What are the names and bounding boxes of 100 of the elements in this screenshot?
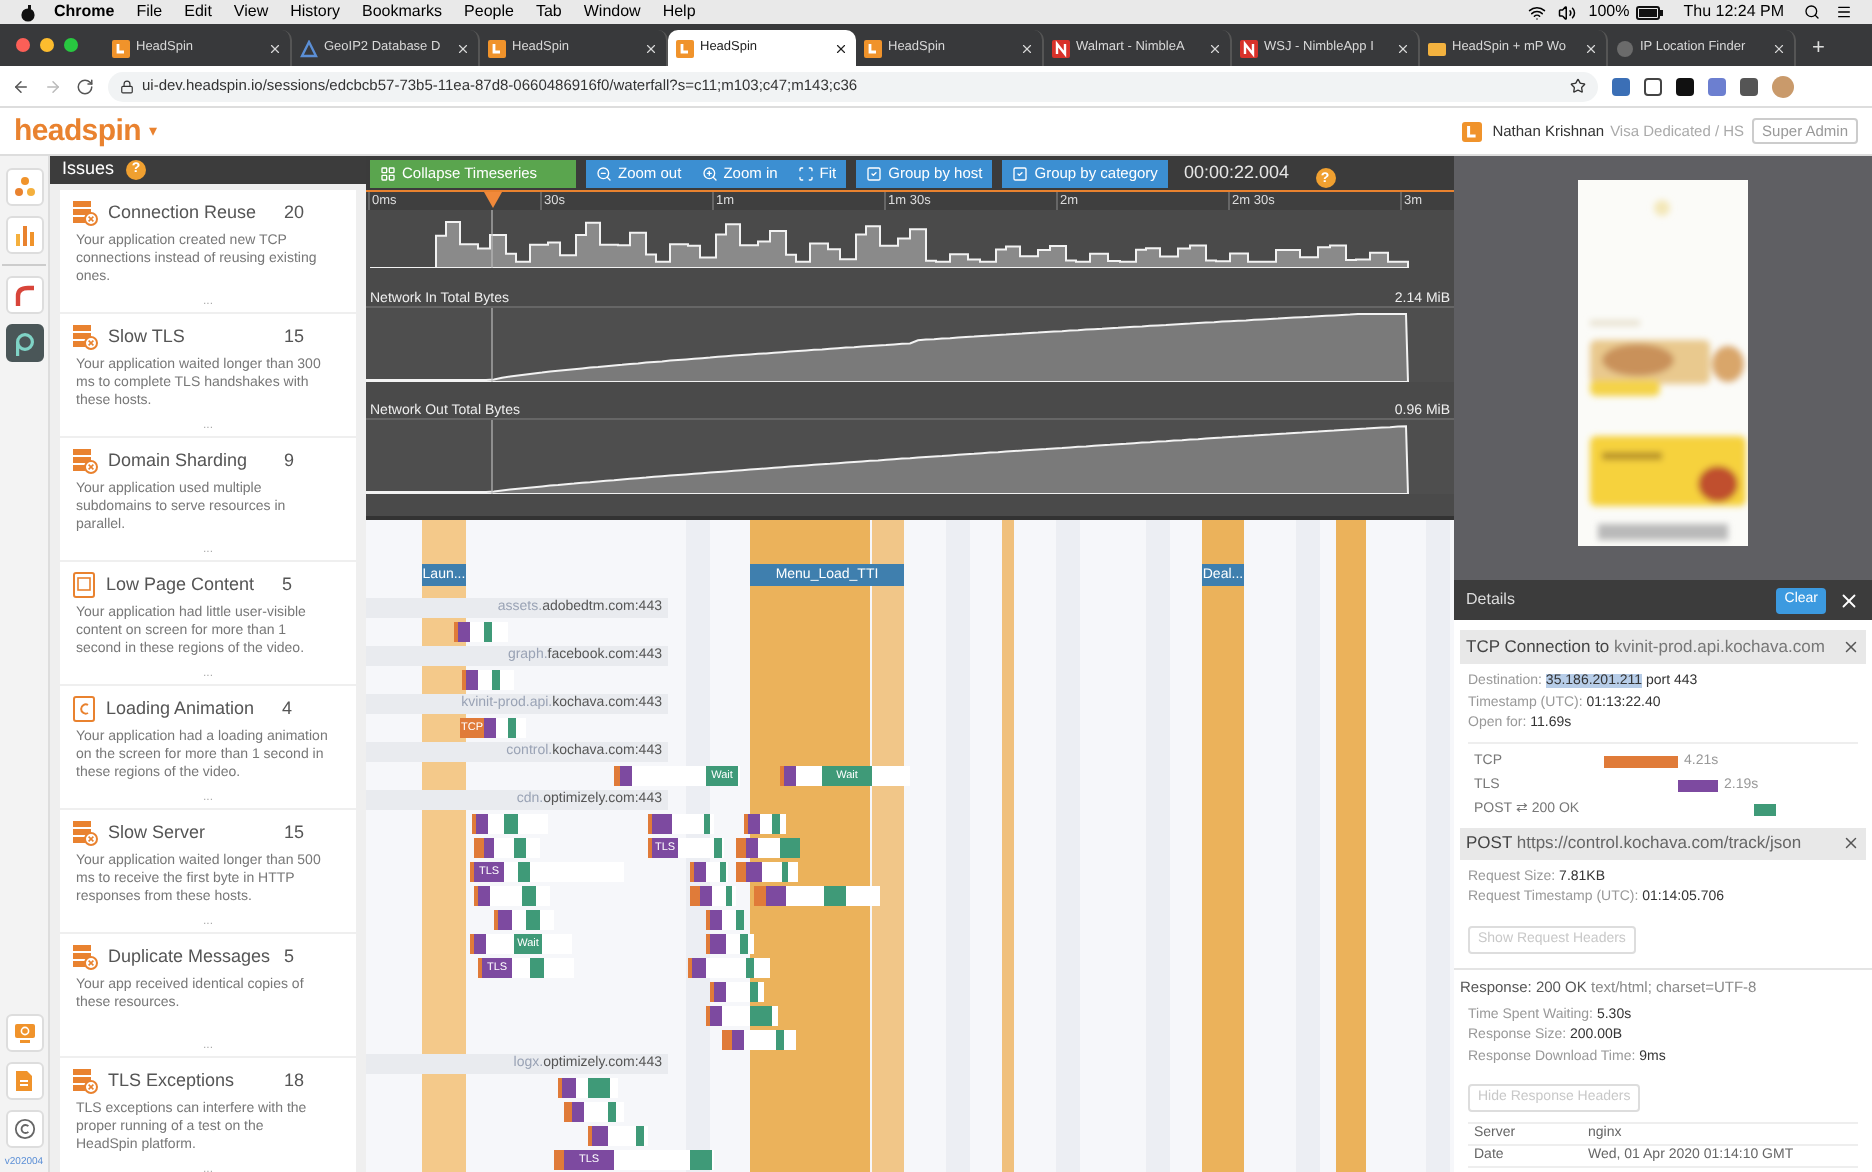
timing-bar[interactable] bbox=[558, 1078, 618, 1098]
close-icon[interactable] bbox=[1838, 589, 1860, 611]
logo-icon bbox=[1052, 39, 1070, 57]
zoom-window-button[interactable] bbox=[64, 38, 78, 52]
timing-bar[interactable] bbox=[722, 1030, 796, 1050]
issue-count: 18 bbox=[284, 1067, 305, 1093]
logo-icon bbox=[1240, 39, 1258, 57]
issue-title: Domain Sharding bbox=[108, 447, 250, 474]
issue-title: Loading Animation bbox=[106, 695, 257, 722]
page-icon bbox=[72, 571, 96, 598]
bar-chart-icon bbox=[13, 224, 35, 246]
app-menu[interactable]: Chrome bbox=[54, 0, 115, 24]
server-warning-icon bbox=[72, 447, 98, 474]
close-icon[interactable] bbox=[1842, 834, 1860, 852]
timing-bar[interactable] bbox=[706, 1006, 778, 1026]
reload-button[interactable] bbox=[76, 77, 94, 95]
close-icon[interactable] bbox=[1842, 638, 1860, 656]
menu-item[interactable]: View bbox=[233, 0, 269, 24]
timing-bar[interactable] bbox=[648, 814, 714, 834]
panel-title: Issues bbox=[62, 156, 115, 182]
timing-bar[interactable] bbox=[564, 1102, 624, 1122]
menu-item[interactable]: Tab bbox=[535, 0, 562, 24]
search-icon[interactable] bbox=[1804, 4, 1820, 20]
battery-icon[interactable] bbox=[1635, 5, 1664, 19]
menu-item[interactable]: Window bbox=[583, 0, 641, 24]
close-window-button[interactable] bbox=[16, 38, 30, 52]
section-title: POST https://control.kochava.com/track/json bbox=[1466, 830, 1804, 856]
timing-bar[interactable] bbox=[462, 670, 514, 690]
folder-icon bbox=[1428, 39, 1446, 57]
timing-bar[interactable] bbox=[710, 982, 764, 1002]
timing-bar bbox=[1754, 803, 1776, 815]
monitor-icon bbox=[13, 1022, 35, 1044]
timing-bar[interactable] bbox=[706, 910, 744, 930]
timing-bar[interactable] bbox=[690, 862, 728, 882]
timing-bar[interactable] bbox=[736, 862, 798, 882]
timing-bar[interactable] bbox=[690, 886, 736, 906]
timing-bar[interactable] bbox=[588, 1126, 648, 1146]
issue-title: Slow Server bbox=[108, 819, 208, 845]
issue-count: 4 bbox=[282, 695, 293, 721]
copyright-icon bbox=[13, 1118, 35, 1140]
timing-bar[interactable] bbox=[472, 814, 548, 834]
new-tab-button[interactable]: + bbox=[1812, 38, 1825, 60]
logo-icon bbox=[676, 39, 694, 57]
server-warning-icon bbox=[72, 943, 98, 970]
timing-bar[interactable] bbox=[494, 910, 554, 930]
menu-clock[interactable]: Thu 12:24 PM bbox=[1683, 0, 1784, 24]
menu-item[interactable]: People bbox=[464, 0, 514, 24]
issue-title: Slow TLS bbox=[108, 323, 187, 349]
grid-icon bbox=[380, 165, 396, 181]
issue-count: 9 bbox=[284, 447, 295, 473]
logo-icon bbox=[1462, 121, 1483, 141]
server-warning-icon bbox=[72, 323, 98, 350]
globe-icon bbox=[1616, 39, 1634, 57]
zoom-in-icon bbox=[701, 165, 718, 181]
loading-page-icon bbox=[72, 695, 96, 722]
logo-icon bbox=[12, 331, 36, 355]
issue-count: 20 bbox=[284, 199, 305, 225]
issue-title: TLS Exceptions bbox=[108, 1067, 237, 1094]
curve-icon bbox=[13, 284, 35, 306]
issue-title: Low Page Content bbox=[106, 571, 257, 598]
sidebar-button[interactable] bbox=[5, 324, 43, 362]
issue-title: Connection Reuse bbox=[108, 199, 259, 225]
minimize-window-button[interactable] bbox=[40, 38, 54, 52]
menu-icon[interactable] bbox=[1836, 4, 1852, 20]
timing-bar[interactable] bbox=[754, 886, 880, 906]
lock-icon bbox=[120, 79, 134, 93]
menu-item[interactable]: Help bbox=[662, 0, 696, 24]
timing-bar[interactable] bbox=[474, 886, 550, 906]
issue-title: Duplicate Messages bbox=[108, 943, 273, 970]
volume-icon[interactable] bbox=[1558, 3, 1577, 21]
triangle-icon bbox=[300, 39, 318, 57]
timing-bar[interactable] bbox=[706, 934, 754, 954]
menu-item[interactable]: Edit bbox=[184, 0, 212, 24]
section-title: TCP Connection to kvinit-prod.api.kochava.com bbox=[1466, 634, 1827, 660]
timing-bar[interactable] bbox=[736, 838, 800, 858]
timing-bar[interactable] bbox=[744, 814, 786, 834]
battery-percent: 100% bbox=[1588, 0, 1630, 24]
logo-icon bbox=[488, 39, 506, 57]
issue-count: 5 bbox=[284, 943, 295, 969]
zoom-out-icon bbox=[596, 165, 612, 181]
logo-icon bbox=[864, 39, 882, 57]
menu-item[interactable]: Bookmarks bbox=[362, 0, 443, 24]
wifi-icon[interactable] bbox=[1528, 3, 1547, 21]
logo-icon bbox=[112, 39, 130, 57]
timing-bar[interactable] bbox=[688, 958, 770, 978]
back-button[interactable] bbox=[12, 77, 30, 95]
issue-count: 15 bbox=[284, 819, 305, 845]
timing-bar[interactable] bbox=[454, 622, 508, 642]
timing-bar[interactable] bbox=[474, 838, 540, 858]
panel-title: Details bbox=[1466, 588, 1517, 612]
menu-item[interactable]: File bbox=[136, 0, 163, 24]
bookmark-star-icon[interactable] bbox=[1570, 78, 1586, 94]
issue-count: 15 bbox=[284, 323, 305, 349]
close-tab-icon[interactable] bbox=[834, 41, 848, 55]
logo-icon[interactable] bbox=[20, 3, 36, 21]
playhead-time: 00:00:22.004 bbox=[1183, 159, 1289, 186]
issue-count: 5 bbox=[282, 571, 293, 597]
server-warning-icon bbox=[72, 199, 98, 226]
menu-item[interactable]: History bbox=[290, 0, 341, 24]
server-warning-icon bbox=[72, 1067, 98, 1094]
